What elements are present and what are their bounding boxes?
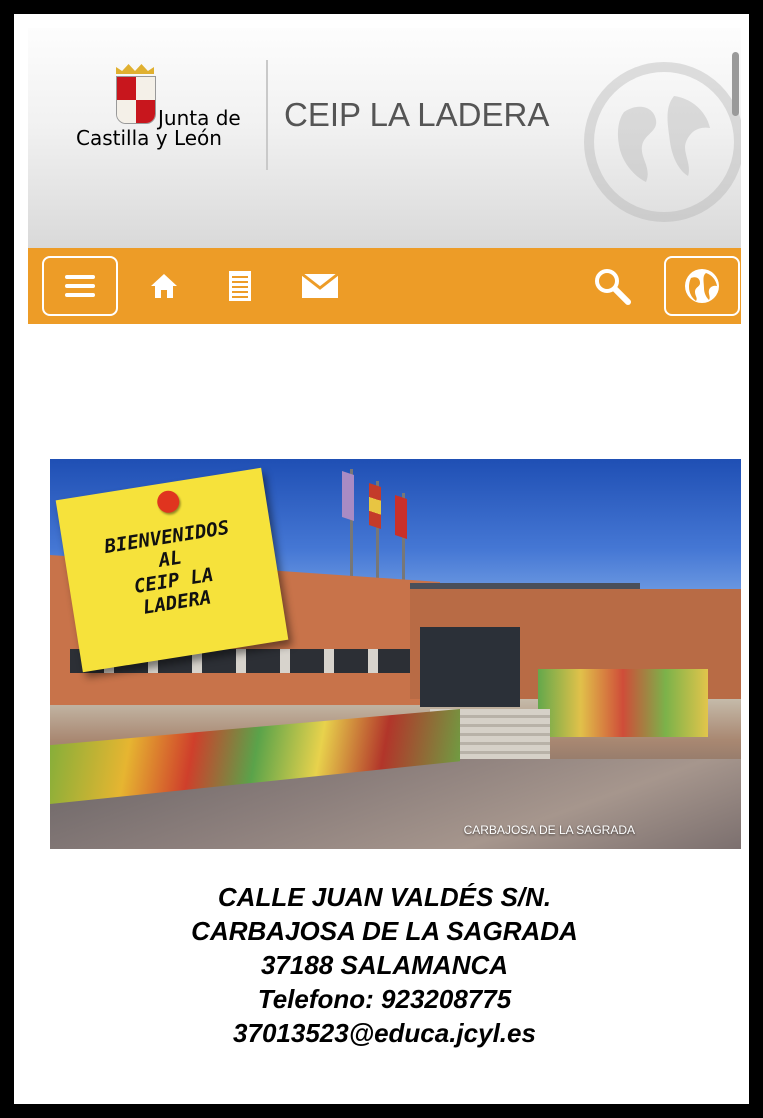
home-button[interactable] (140, 262, 188, 310)
globe-watermark-icon (584, 62, 741, 222)
address-phone[interactable]: Telefono: 923208775 (28, 982, 741, 1016)
welcome-banner-image: BIENVENIDOS AL CEIP LA LADERA CARBAJOSA … (50, 459, 741, 849)
navbar (28, 248, 741, 324)
globe-icon (685, 269, 719, 303)
menu-icon (65, 275, 95, 297)
home-icon (151, 274, 177, 298)
scrollbar[interactable] (732, 52, 739, 116)
header: Junta de Castilla y León CEIP LA LADERA (28, 28, 741, 248)
address-email[interactable]: 37013523@educa.jcyl.es (28, 1016, 741, 1050)
browser-frame: Junta de Castilla y León CEIP LA LADERA (8, 8, 755, 1110)
mail-button[interactable] (296, 262, 344, 310)
document-icon (229, 271, 251, 301)
logo-text-line2: Castilla y León (76, 126, 222, 150)
crown-icon (116, 64, 154, 74)
pushpin-icon (155, 489, 181, 515)
address-postal: 37188 SALAMANCA (260, 950, 509, 980)
junta-logo[interactable]: Junta de Castilla y León (68, 64, 241, 164)
search-icon (595, 269, 631, 305)
address-town: CARBAJOSA DE LA SAGRADA (191, 916, 578, 946)
header-divider (266, 60, 268, 170)
page-title[interactable]: CEIP LA LADERA (284, 96, 549, 134)
search-button[interactable] (588, 262, 636, 310)
mail-icon (301, 272, 339, 298)
language-button[interactable] (664, 256, 740, 316)
banner-caption: CARBAJOSA DE LA SAGRADA (463, 823, 635, 837)
welcome-sticky-note: BIENVENIDOS AL CEIP LA LADERA (55, 467, 289, 673)
page: Junta de Castilla y León CEIP LA LADERA (28, 28, 741, 1096)
coat-of-arms-icon (116, 76, 156, 124)
address-block: CALLE JUAN VALDÉS S/N. CARBAJOSA DE LA S… (28, 880, 741, 1050)
menu-button[interactable] (42, 256, 118, 316)
address-street: CALLE JUAN VALDÉS S/N. (217, 882, 552, 912)
document-button[interactable] (216, 262, 264, 310)
